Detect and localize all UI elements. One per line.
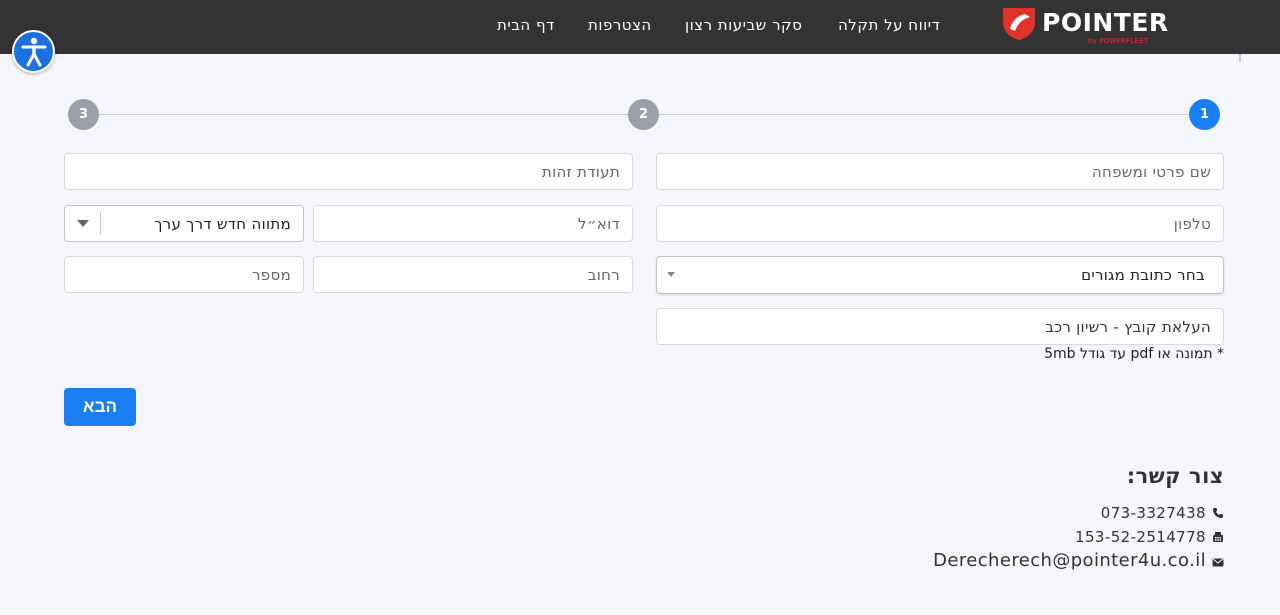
phone-input[interactable]: טלפון xyxy=(656,205,1224,242)
contact-fax-row: 153-52-2514778 xyxy=(1075,526,1224,548)
nav-join[interactable]: הצטרפות xyxy=(588,0,652,50)
contact-phone-row: 073-3327438 xyxy=(1101,502,1224,524)
house-number-placeholder: מספר xyxy=(252,265,291,284)
street-input[interactable]: רחוב xyxy=(313,256,633,293)
full-name-placeholder: שם פרטי ומשפחה xyxy=(1091,162,1211,181)
house-number-input[interactable]: מספר xyxy=(64,256,304,293)
chevron-down-icon[interactable] xyxy=(667,272,675,277)
logo-wordmark: POINTER xyxy=(1042,8,1169,37)
chevron-down-icon[interactable] xyxy=(77,220,89,227)
nav-home[interactable]: דף הבית xyxy=(497,0,555,50)
accessibility-button[interactable] xyxy=(12,30,55,73)
address-select-value: בחר כתובת מגורים xyxy=(1081,266,1205,284)
step-1[interactable]: 1 xyxy=(1189,99,1220,130)
contact-phone[interactable]: 073-3327438 xyxy=(1101,504,1206,522)
stepper-line xyxy=(659,114,1190,115)
select-separator xyxy=(100,212,101,234)
step-2[interactable]: 2 xyxy=(628,99,659,130)
nav-report[interactable]: דיווח על תקלה xyxy=(838,0,940,50)
nav-survey[interactable]: סקר שביעות רצון xyxy=(685,0,802,50)
full-name-input[interactable]: שם פרטי ומשפחה xyxy=(656,153,1224,190)
envelope-icon xyxy=(1212,558,1224,566)
contact-fax[interactable]: 153-52-2514778 xyxy=(1075,528,1206,546)
contact-email[interactable]: Derecherech@pointer4u.co.il xyxy=(933,550,1206,571)
license-upload-input[interactable]: העלאת קובץ - רשיון רכב xyxy=(656,308,1224,345)
next-button[interactable]: הבא xyxy=(64,388,136,426)
email-placeholder: דוא״ל xyxy=(578,214,620,233)
fax-icon xyxy=(1213,532,1223,542)
contact-title: צור קשר: xyxy=(1126,464,1224,488)
contact-email-row: Derecherech@pointer4u.co.il xyxy=(933,549,1224,571)
stepper-line xyxy=(98,114,629,115)
phone-icon xyxy=(1213,508,1223,518)
license-upload-label: העלאת קובץ - רשיון רכב xyxy=(1045,317,1211,336)
scrollbar-tick xyxy=(1239,54,1241,62)
route-select-value: מתווה חדש דרך ערך xyxy=(154,214,291,233)
logo-subtitle: by POWERFLEET xyxy=(1088,37,1149,45)
id-number-input[interactable]: תעודת זהות xyxy=(64,153,633,190)
address-select[interactable]: בחר כתובת מגורים xyxy=(656,256,1224,294)
accessibility-icon xyxy=(21,37,46,66)
upload-note: * תמונה או pdf עד גודל 5mb xyxy=(1044,346,1224,362)
phone-placeholder: טלפון xyxy=(1173,214,1211,233)
email-input[interactable]: דוא״ל xyxy=(313,205,633,242)
street-placeholder: רחוב xyxy=(587,265,620,284)
id-number-placeholder: תעודת זהות xyxy=(541,162,620,181)
pointer-logo[interactable]: POINTER by POWERFLEET xyxy=(1000,4,1170,48)
pointer-shield-icon xyxy=(1003,8,1035,40)
step-3[interactable]: 3 xyxy=(68,99,99,130)
